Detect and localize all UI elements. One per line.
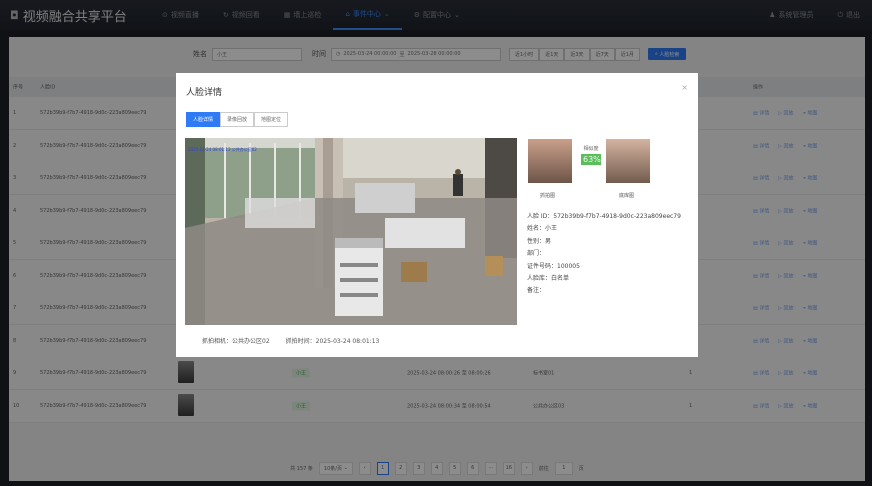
info-id-no: 证件号码：100005: [527, 262, 580, 270]
capture-time: 抓拍时间：2025-03-24 08:01:13: [285, 338, 380, 345]
similarity-box: 相似度 63%: [581, 145, 601, 165]
modal-title: 人脸详情: [186, 88, 223, 98]
similarity-label: 相似度: [583, 146, 599, 152]
info-face-id: 人脸 ID：572b39b9-f7b7-4918-9d0c-223a809eec…: [527, 213, 681, 220]
info-name: 姓名：小王: [527, 225, 558, 233]
capture-label: 抓拍图: [540, 193, 556, 199]
capture-face-image: [528, 139, 572, 183]
info-remark: 备注：: [527, 287, 546, 295]
similarity-value: 63%: [581, 154, 601, 165]
close-icon[interactable]: ×: [681, 83, 688, 92]
info-library: 人脸库：白名单: [527, 275, 570, 283]
library-label: 底库图: [619, 193, 635, 199]
modal-footer: 抓拍相机：公共办公区02 抓拍时间：2025-03-24 08:01:13: [202, 336, 379, 345]
capture-scene-image: 2025-03-24 08:01:13 公共办公区02: [185, 138, 517, 325]
face-detail-modal: 人脸详情 × 人脸详情 录像回放 地图定位 2025-03-24 08:01:1…: [176, 73, 698, 357]
face-info-panel: 人脸 ID：572b39b9-f7b7-4918-9d0c-223a809eec…: [527, 211, 681, 298]
tab-map-location[interactable]: 地图定位: [254, 112, 289, 127]
scene-overlay-text: 2025-03-24 08:01:13 公共办公区02: [188, 147, 257, 152]
modal-tabs: 人脸详情 录像回放 地图定位: [186, 112, 289, 127]
info-dept: 部门：: [527, 250, 546, 258]
tab-video-replay[interactable]: 录像回放: [220, 112, 255, 127]
office-scene-graphic: [185, 138, 517, 325]
info-gender: 性别：男: [527, 237, 552, 245]
tab-face-detail[interactable]: 人脸详情: [186, 112, 221, 127]
capture-camera: 抓拍相机：公共办公区02: [202, 338, 270, 345]
library-face-image: [606, 139, 650, 183]
